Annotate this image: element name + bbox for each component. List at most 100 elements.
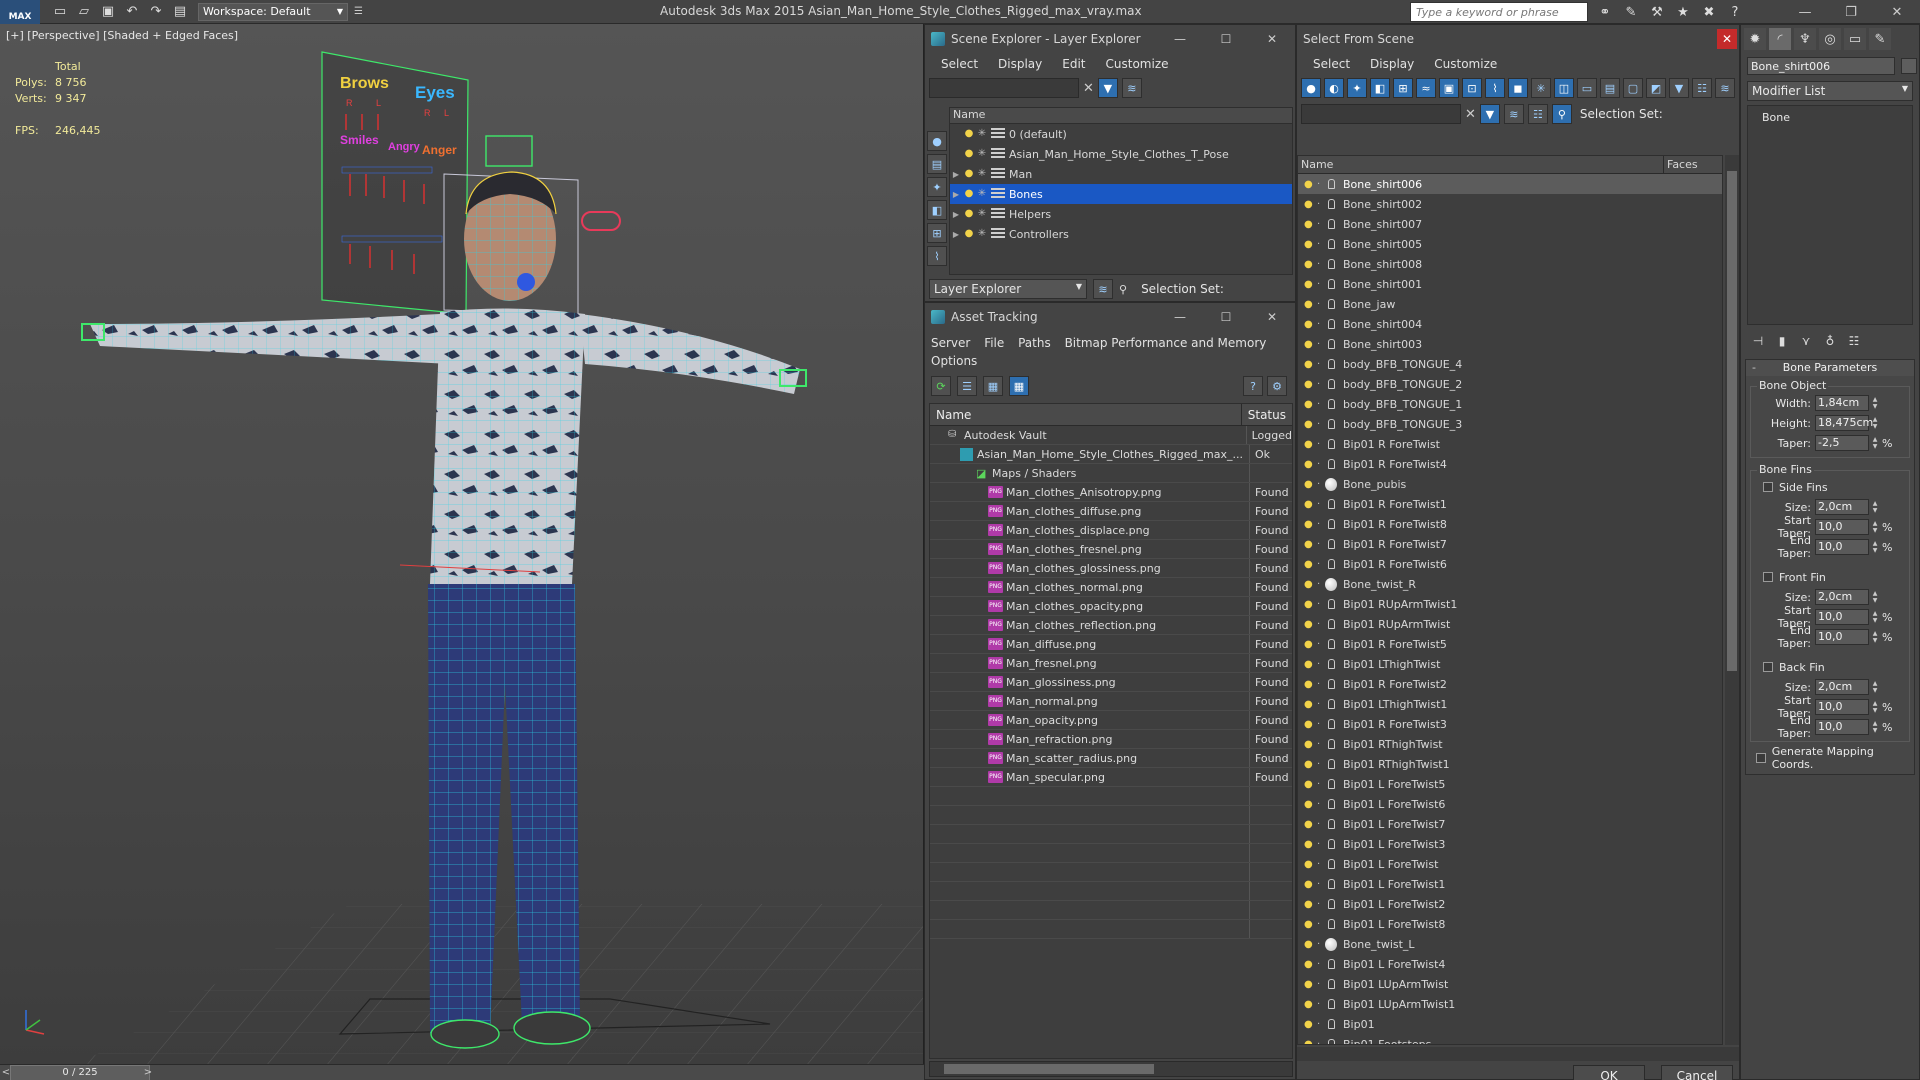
asset-row[interactable]: PNG Man_clothes_displace.png Found [930,521,1292,540]
freeze-icon[interactable]: · [1317,299,1325,310]
ok-button[interactable]: OK [1573,1065,1645,1080]
layers-icon[interactable]: ≋ [1715,78,1735,98]
scene-object-row[interactable]: ● · body_BFB_TONGUE_1 [1298,394,1722,414]
lightbulb-icon[interactable]: ● [1304,679,1314,690]
subscription-icon[interactable]: ⚒ [1646,2,1668,22]
display-bones-icon[interactable]: ⌇ [1485,78,1505,98]
width-spinner[interactable]: 1,84cm [1815,395,1869,411]
layer-tree-header[interactable]: Name [950,108,1292,124]
tools-icon[interactable]: ✎ [1620,2,1642,22]
freeze-icon[interactable]: · [1317,199,1325,210]
display-helpers-icon[interactable]: ⊞ [927,223,947,243]
lightbulb-icon[interactable]: ● [1304,959,1314,970]
layer-tools-icon[interactable]: ≋ [1121,78,1142,98]
scene-object-row[interactable]: ● · Bip01 R ForeTwist6 [1298,554,1722,574]
asset-table-hscrollbar[interactable] [929,1061,1293,1077]
freeze-icon[interactable]: ✳ [976,148,988,160]
front-fin-size-spinner[interactable]: 2,0cm [1815,589,1869,605]
scene-object-row[interactable]: ● · Bone_jaw [1298,294,1722,314]
height-spinner[interactable]: 18,475cm [1815,415,1873,431]
scene-object-row[interactable]: ● · Bip01 R ForeTwist2 [1298,674,1722,694]
scene-object-row[interactable]: ● · Bip01 L ForeTwist5 [1298,774,1722,794]
display-shapes-icon[interactable]: ◐ [1324,78,1344,98]
freeze-icon[interactable]: · [1317,899,1325,910]
lightbulb-icon[interactable]: ● [1304,539,1314,550]
scrollbar-thumb[interactable] [944,1064,1154,1074]
freeze-icon[interactable]: · [1317,1019,1325,1030]
layer-row[interactable]: ▶ ● ✳ Controllers [950,224,1292,244]
undo-icon[interactable]: ↶ [122,3,142,21]
scene-object-row[interactable]: ● · Bip01 L ForeTwist6 [1298,794,1722,814]
help-icon[interactable]: ? [1724,2,1746,22]
freeze-icon[interactable]: ✳ [976,128,988,140]
sort-by-layer-icon[interactable]: ≋ [1093,279,1113,299]
scene-object-row[interactable]: ● · Bip01 L ForeTwist1 [1298,874,1722,894]
lightbulb-icon[interactable]: ● [1304,719,1314,730]
display-lights-icon[interactable]: ✦ [1347,78,1367,98]
freeze-icon[interactable]: ✳ [976,228,988,240]
spinner-arrows-icon[interactable]: ▲ ▼ [1870,520,1880,534]
freeze-icon[interactable]: · [1317,459,1325,470]
display-tab-icon[interactable]: ▭ [1844,28,1866,50]
generate-mapping-checkbox[interactable]: Generate Mapping Coords. [1748,745,1914,771]
clear-filter-icon[interactable]: ✕ [1083,81,1094,96]
display-geometry-icon[interactable]: ● [1301,78,1321,98]
front-fin-start-taper-spinner[interactable]: 10,0 [1815,609,1869,625]
clear-filter-icon[interactable]: ✕ [1465,107,1476,122]
cancel-button[interactable]: Cancel [1661,1065,1733,1080]
freeze-icon[interactable]: · [1317,859,1325,870]
scene-object-row[interactable]: ● · Bip01 LUpArmTwist [1298,974,1722,994]
scene-object-row[interactable]: ● · body_BFB_TONGUE_2 [1298,374,1722,394]
chevron-right-icon[interactable]: > [142,1065,154,1080]
asset-row[interactable] [930,920,1292,939]
lightbulb-icon[interactable]: ● [964,188,974,200]
spinner-arrows-icon[interactable]: ▲ ▼ [1870,500,1880,514]
lightbulb-icon[interactable]: ● [1304,739,1314,750]
asset-row[interactable]: Asian_Man_Home_Style_Clothes_Rigged_max_… [930,445,1292,464]
expand-arrow-icon[interactable]: ▶ [950,170,962,179]
asset-row[interactable]: PNG Man_clothes_normal.png Found [930,578,1292,597]
jaw-controller[interactable] [581,211,621,231]
filter-funnel-icon[interactable]: ▼ [1669,78,1689,98]
lightbulb-icon[interactable]: ● [1304,399,1314,410]
freeze-icon[interactable]: · [1317,539,1325,550]
asset-row[interactable] [930,787,1292,806]
lightbulb-icon[interactable]: ● [1304,899,1314,910]
lightbulb-icon[interactable]: ● [1304,1039,1314,1045]
lightbulb-icon[interactable]: ● [1304,779,1314,790]
binoculars-icon[interactable]: ⚭ [1594,2,1616,22]
asset-row[interactable] [930,844,1292,863]
close-icon[interactable]: ✕ [1249,303,1295,331]
scene-object-row[interactable]: ● · Bone_twist_R [1298,574,1722,594]
expand-arrow-icon[interactable]: ▶ [950,190,962,199]
scene-object-list-vscrollbar[interactable] [1725,155,1739,1045]
thumbnail-view-icon[interactable]: ▦ [983,376,1003,396]
menu-display[interactable]: Display [988,57,1052,71]
lightbulb-icon[interactable]: ● [1304,999,1314,1010]
menu-paths[interactable]: Paths [1018,336,1051,350]
freeze-icon[interactable]: · [1317,939,1325,950]
asset-row[interactable]: ◪ Maps / Shaders [930,464,1292,483]
modifier-list-dropdown[interactable]: Modifier List ▼ [1747,81,1913,101]
star-icon[interactable]: ★ [1672,2,1694,22]
scene-object-row[interactable]: ● · Bone_shirt003 [1298,334,1722,354]
time-slider-thumb[interactable]: 0 / 225 [10,1065,150,1080]
scene-object-row[interactable]: ● · Bone_shirt006 [1298,174,1722,194]
scrollbar-thumb[interactable] [1727,171,1737,671]
taper-spinner[interactable]: -2,5 [1815,435,1869,451]
lightbulb-icon[interactable]: ● [1304,579,1314,590]
close-icon[interactable]: ✕ [1874,0,1920,24]
modify-tab-icon[interactable]: ◜ [1769,28,1791,50]
menu-file[interactable]: File [984,336,1004,350]
scene-object-row[interactable]: ● · Bone_twist_L [1298,934,1722,954]
freeze-icon[interactable]: · [1317,599,1325,610]
filter-icon[interactable]: ▼ [1479,104,1500,124]
scene-object-row[interactable]: ● · Bip01 R ForeTwist [1298,434,1722,454]
freeze-icon[interactable]: · [1317,879,1325,890]
explorer-type-dropdown[interactable]: Layer Explorer ▼ [929,279,1087,299]
settings-icon[interactable]: ⚙ [1267,376,1287,396]
col-faces[interactable]: Faces [1664,156,1701,173]
asset-table[interactable]: Name Status ⛁ Autodesk Vault Logged Asian_M… [929,403,1293,1059]
help-icon[interactable]: ? [1243,376,1263,396]
lightbulb-icon[interactable]: ● [1304,319,1314,330]
